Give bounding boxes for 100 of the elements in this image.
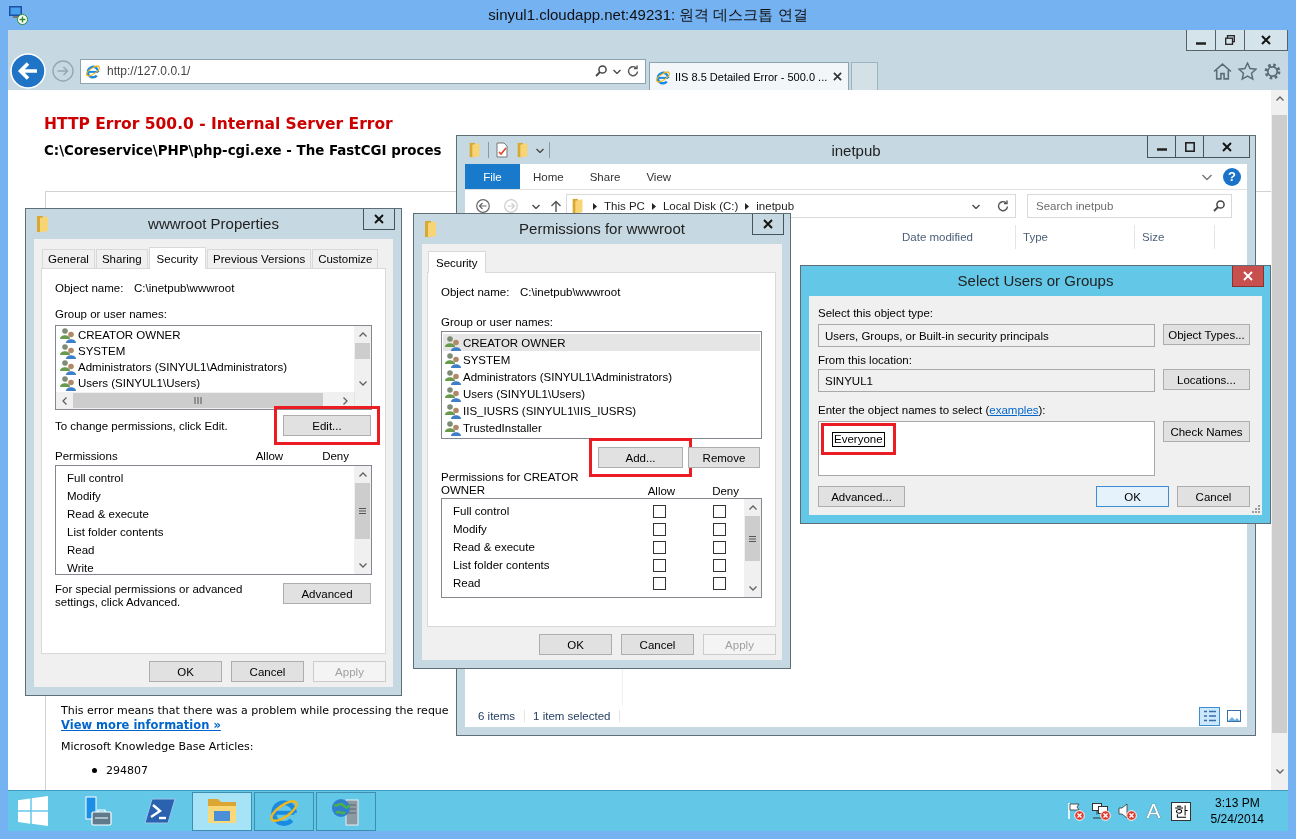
- user-list-item[interactable]: SYSTEM: [58, 343, 352, 359]
- user-list-item[interactable]: Users (SINYUL1\Users): [58, 375, 352, 391]
- caret-icon[interactable]: [972, 203, 980, 209]
- examples-link[interactable]: examples: [989, 404, 1039, 416]
- object-path: C:\inetpub\wwwroot: [134, 282, 235, 294]
- scroll-up-icon[interactable]: [1275, 96, 1284, 101]
- refresh-icon[interactable]: [997, 200, 1009, 212]
- caret-icon[interactable]: [613, 68, 621, 74]
- clock-date[interactable]: 5/24/2014: [1210, 811, 1264, 827]
- location-field[interactable]: SINYUL1: [818, 369, 1155, 392]
- object-type-field[interactable]: Users, Groups, or Built-in security principals: [818, 324, 1155, 347]
- scrollbar[interactable]: [56, 392, 371, 409]
- close-icon: [374, 214, 384, 224]
- field-label: Enter the object names to select (examples):: [818, 403, 1046, 417]
- chevron-right-icon[interactable]: [651, 202, 656, 210]
- scroll-down-icon[interactable]: [748, 586, 757, 591]
- user-list-item[interactable]: IIS_IUSRS (SINYUL1\IIS_IUSRS): [443, 402, 760, 419]
- user-list-item[interactable]: Users (SINYUL1\Users): [443, 385, 760, 402]
- field-label: Select this object type:: [818, 306, 934, 320]
- chevron-right-icon[interactable]: [593, 202, 597, 210]
- scroll-up-icon[interactable]: [358, 472, 367, 477]
- scroll-down-icon[interactable]: [358, 381, 367, 386]
- clock-time[interactable]: 3:13 PM: [1214, 795, 1260, 811]
- user-list-item[interactable]: CREATOR OWNER: [58, 327, 352, 343]
- allow-checkbox[interactable]: [653, 558, 666, 572]
- browser-tab[interactable]: IIS 8.5 Detailed Error - 500.0 ...: [649, 62, 849, 90]
- scrollbar[interactable]: [354, 326, 371, 392]
- more-info-link[interactable]: View more information »: [61, 718, 221, 732]
- permission-name: Write: [67, 562, 94, 574]
- settings-icon[interactable]: [1263, 61, 1282, 81]
- allow-checkbox[interactable]: [653, 540, 666, 554]
- scrollbar-thumb[interactable]: [355, 343, 370, 359]
- advanced-button[interactable]: Advanced: [283, 583, 371, 604]
- scrollbar[interactable]: [354, 466, 371, 574]
- locations-button[interactable]: Locations...: [1163, 369, 1250, 390]
- check-names-button[interactable]: Check Names: [1163, 421, 1250, 442]
- star-icon[interactable]: [1238, 61, 1257, 81]
- close-icon[interactable]: [833, 72, 842, 81]
- search-icon[interactable]: [595, 65, 607, 77]
- deny-checkbox[interactable]: [713, 576, 726, 590]
- object-names-field[interactable]: Everyone: [818, 421, 1155, 476]
- close-button[interactable]: [1244, 30, 1288, 51]
- restore-button[interactable]: [1215, 30, 1245, 51]
- scroll-down-icon[interactable]: [1275, 769, 1284, 774]
- object-types-button[interactable]: Object Types...: [1163, 324, 1250, 345]
- close-button[interactable]: [1232, 266, 1264, 287]
- permission-name: Read & execute: [67, 508, 149, 520]
- remove-button[interactable]: Remove: [688, 447, 760, 468]
- deny-checkbox[interactable]: [713, 522, 726, 536]
- scrollbar-thumb[interactable]: [745, 516, 760, 561]
- home-icon[interactable]: [1213, 61, 1232, 81]
- scrollbar-thumb[interactable]: [1272, 115, 1287, 733]
- folder-icon: [35, 215, 51, 233]
- user-list[interactable]: CREATOR OWNER SYSTEM Administrators (SINYUL1\Administrators) Users (SINYUL1\Users): [55, 325, 372, 410]
- minimize-button[interactable]: [1186, 30, 1216, 51]
- allow-checkbox[interactable]: [653, 522, 666, 536]
- edit-button[interactable]: Edit...: [283, 415, 371, 436]
- breadcrumb-item[interactable]: Local Disk (C:): [662, 200, 739, 212]
- network-icon[interactable]: [1090, 801, 1111, 821]
- allow-checkbox[interactable]: [653, 576, 666, 590]
- scroll-right-icon[interactable]: [343, 396, 348, 405]
- deny-checkbox[interactable]: [713, 504, 726, 518]
- speaker-icon[interactable]: [1116, 801, 1137, 821]
- grip-icon: [749, 535, 756, 542]
- minimize-icon: [1196, 41, 1206, 45]
- chevron-right-icon[interactable]: [745, 202, 750, 210]
- advanced-button[interactable]: Advanced...: [818, 486, 905, 507]
- breadcrumb-item[interactable]: This PC: [604, 200, 645, 212]
- deny-checkbox[interactable]: [713, 540, 726, 554]
- users-icon: [60, 327, 76, 343]
- close-icon: [1261, 35, 1271, 45]
- allow-checkbox[interactable]: [653, 504, 666, 518]
- ok-button[interactable]: OK: [1096, 486, 1169, 507]
- scrollbar[interactable]: [1271, 90, 1288, 790]
- deny-checkbox[interactable]: [713, 558, 726, 572]
- scrollbar-thumb[interactable]: [73, 393, 323, 408]
- cancel-button[interactable]: Cancel: [1177, 486, 1250, 507]
- refresh-icon[interactable]: [627, 65, 639, 77]
- user-list-item[interactable]: Administrators (SINYUL1\Administrators): [58, 359, 352, 375]
- scroll-down-icon[interactable]: [358, 563, 367, 568]
- scroll-up-icon[interactable]: [358, 332, 367, 337]
- user-list-item[interactable]: Administrators (SINYUL1\Administrators): [443, 368, 760, 385]
- user-list-item[interactable]: TrustedInstaller: [443, 419, 760, 436]
- start-icon[interactable]: [18, 796, 48, 826]
- scrollbar[interactable]: [744, 499, 761, 597]
- server-toolbox-icon: [82, 795, 114, 827]
- resize-grip-icon[interactable]: [1251, 504, 1260, 513]
- user-list-item[interactable]: CREATOR OWNER: [443, 334, 760, 351]
- add-button[interactable]: Add...: [598, 447, 683, 468]
- user-list-item[interactable]: SYSTEM: [443, 351, 760, 368]
- user-list[interactable]: CREATOR OWNER SYSTEM Administrators (SINYUL1\Administrators) Users (SINYUL1\Users) IIS_IUSRS (SINYUL1\IIS_IUSRS) TrustedInstaller: [441, 331, 762, 439]
- entered-name: Everyone: [832, 432, 885, 447]
- address-field[interactable]: http://127.0.0.1/: [80, 58, 646, 84]
- scrollbar-thumb[interactable]: [355, 483, 370, 539]
- taskbar-button[interactable]: [192, 791, 252, 831]
- language-indicator[interactable]: 한: [1170, 801, 1191, 821]
- breadcrumb-item[interactable]: inetpub: [756, 200, 795, 212]
- scroll-up-icon[interactable]: [748, 505, 757, 510]
- scroll-left-icon[interactable]: [62, 396, 67, 405]
- taskbar-button[interactable]: [316, 791, 376, 831]
